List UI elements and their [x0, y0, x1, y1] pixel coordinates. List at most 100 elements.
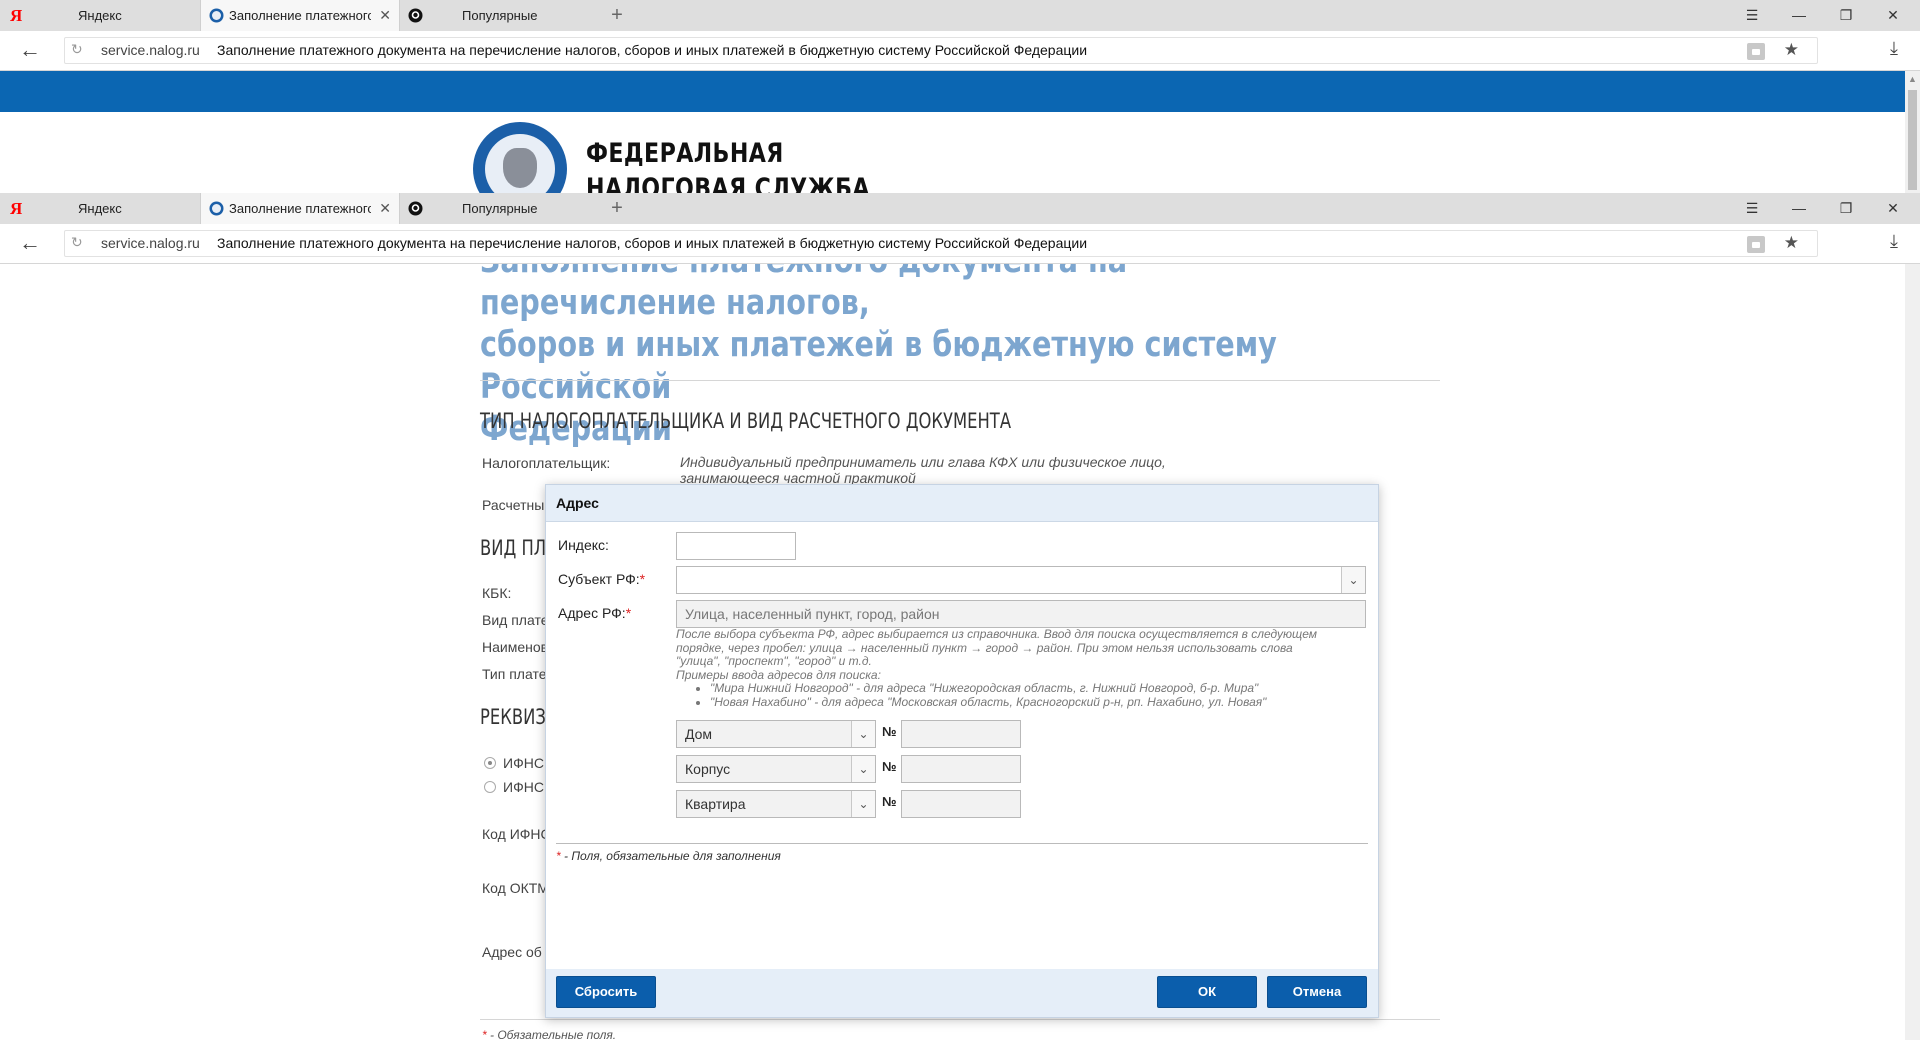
tab-payment[interactable]: Заполнение платежного ✕ — [200, 0, 400, 31]
nalog-favicon-icon — [209, 201, 224, 216]
url-input[interactable]: ↻ service.nalog.ru Заполнение платежного… — [64, 230, 1818, 257]
address-bar: ← ↻ service.nalog.ru Заполнение платежно… — [0, 224, 1920, 264]
subject-label: Субъект РФ:* — [558, 571, 645, 587]
hint-example: "Мира Нижний Новгород" - для адреса "Ниж… — [710, 681, 1366, 696]
address-hint: После выбора субъекта РФ, адрес выбирает… — [676, 627, 1366, 710]
index-input[interactable] — [676, 532, 796, 560]
tab-strip: Я Яндекс Заполнение платежного ✕ Популяр… — [0, 193, 1920, 224]
document-type-label: Расчетны — [482, 497, 545, 513]
url-input[interactable]: ↻ service.nalog.ru Заполнение платежного… — [64, 37, 1818, 64]
tab-label: Яндекс — [78, 8, 122, 23]
chevron-down-icon[interactable]: ⌄ — [1341, 567, 1365, 593]
tab-label: Яндекс — [78, 201, 122, 216]
bookmark-star-icon[interactable]: ★ — [1784, 233, 1799, 253]
hint-line: Примеры ввода адресов для поиска: — [676, 667, 881, 682]
back-arrow-icon[interactable]: ← — [18, 38, 42, 62]
tab-yandex[interactable]: Я Яндекс — [0, 0, 200, 31]
ok-button[interactable]: ОК — [1157, 976, 1257, 1008]
scroll-up-icon[interactable]: ▲ — [1908, 74, 1917, 84]
flat-type-select[interactable]: Квартира ⌄ — [676, 790, 876, 818]
url-domain: service.nalog.ru — [101, 235, 200, 251]
dialog-footer: Сбросить ОК Отмена — [546, 969, 1378, 1017]
lock-icon[interactable] — [1747, 43, 1765, 60]
hint-example: "Новая Нахабино" - для адреса "Московска… — [710, 695, 1366, 710]
building-number-input[interactable] — [901, 755, 1021, 783]
url-page-title: Заполнение платежного документа на переч… — [217, 42, 1088, 58]
reload-icon[interactable]: ↻ — [71, 41, 83, 58]
org-name-line2: НАЛОГОВАЯ СЛУЖБА — [586, 173, 870, 193]
url-page-title: Заполнение платежного документа на переч… — [217, 235, 1088, 251]
reset-button[interactable]: Сбросить — [556, 976, 656, 1008]
address-input[interactable]: Улица, населенный пункт, город, район — [676, 600, 1366, 628]
number-sign: № — [882, 759, 897, 774]
building-type-value: Корпус — [685, 761, 731, 777]
ifns-radio-2[interactable] — [484, 781, 496, 793]
popular-favicon-icon — [408, 201, 423, 216]
nalog-favicon-icon — [209, 8, 224, 23]
ifns-radio-1[interactable] — [484, 757, 496, 769]
chevron-down-icon[interactable]: ⌄ — [851, 721, 875, 747]
address-bar: ← ↻ service.nalog.ru Заполнение платежно… — [0, 31, 1920, 71]
hint-examples: "Мира Нижний Новгород" - для адреса "Ниж… — [676, 681, 1366, 710]
house-number-input[interactable] — [901, 720, 1021, 748]
section-title-requisites: РЕКВИЗ — [480, 705, 546, 729]
fns-emblem-icon[interactable] — [473, 122, 567, 193]
browser-menu-icon[interactable]: ☰ — [1729, 0, 1775, 31]
back-arrow-icon[interactable]: ← — [18, 231, 42, 255]
site-header: ФЕДЕРАЛЬНАЯ НАЛОГОВАЯ СЛУЖБА — [0, 112, 1905, 193]
site-org-name[interactable]: ФЕДЕРАЛЬНАЯ НАЛОГОВАЯ СЛУЖБА — [586, 136, 870, 193]
scrollbar-thumb[interactable] — [1908, 90, 1917, 190]
tab-yandex[interactable]: Я Яндекс — [0, 193, 200, 224]
restore-icon[interactable]: ❐ — [1823, 0, 1869, 31]
required-star: * — [639, 571, 646, 587]
new-tab-icon[interactable]: + — [605, 193, 629, 224]
ifns-option-2-label: ИФНС — [503, 779, 544, 795]
ifns-option-1-label: ИФНС — [503, 755, 544, 771]
tab-close-icon[interactable]: ✕ — [379, 193, 391, 224]
required-star: * — [556, 849, 561, 863]
bookmark-star-icon[interactable]: ★ — [1784, 40, 1799, 60]
minimize-icon[interactable]: — — [1776, 193, 1822, 224]
popular-favicon-icon — [408, 8, 423, 23]
reload-icon[interactable]: ↻ — [71, 234, 83, 251]
required-fields-note: * - Обязательные поля. — [482, 1027, 616, 1040]
tab-label: Заполнение платежного — [229, 201, 371, 216]
subject-select[interactable]: ⌄ — [676, 566, 1366, 594]
org-name-line1: ФЕДЕРАЛЬНАЯ — [586, 138, 784, 169]
address-label: Адрес об — [482, 944, 542, 960]
yandex-logo-icon: Я — [10, 199, 23, 218]
minimize-icon[interactable]: — — [1776, 0, 1822, 31]
cancel-button[interactable]: Отмена — [1267, 976, 1367, 1008]
tab-payment[interactable]: Заполнение платежного ✕ — [200, 193, 400, 224]
oktmo-code-label: Код ОКТМ — [482, 880, 549, 896]
browser-menu-icon[interactable]: ☰ — [1729, 193, 1775, 224]
close-window-icon[interactable]: ✕ — [1870, 0, 1916, 31]
section-title-taxpayer: ТИП НАЛОГОПЛАТЕЛЬЩИКА И ВИД РАСЧЕТНОГО Д… — [480, 409, 1012, 433]
page-title-line1: Заполнение платежного документа на переч… — [480, 263, 1127, 323]
ifns-code-label: Код ИФНС — [482, 826, 551, 842]
tab-popular[interactable]: Популярные — [400, 193, 600, 224]
building-type-select[interactable]: Корпус ⌄ — [676, 755, 876, 783]
tab-strip: Я Яндекс Заполнение платежного ✕ Популяр… — [0, 0, 1920, 31]
lock-icon[interactable] — [1747, 236, 1765, 253]
hint-line: "улица", "проспект", "город" и т.д. — [676, 654, 872, 668]
download-icon[interactable]: ⤓ — [1882, 231, 1906, 252]
new-tab-icon[interactable]: + — [605, 0, 629, 31]
dialog-title: Адрес — [556, 495, 599, 511]
tab-close-icon[interactable]: ✕ — [379, 0, 391, 31]
chevron-down-icon[interactable]: ⌄ — [851, 756, 875, 782]
restore-icon[interactable]: ❐ — [1823, 193, 1869, 224]
dialog-header: Адрес — [546, 485, 1378, 522]
close-window-icon[interactable]: ✕ — [1870, 193, 1916, 224]
tab-popular[interactable]: Популярные — [400, 0, 600, 31]
hint-line: После выбора субъекта РФ, адрес выбирает… — [676, 627, 1318, 641]
house-type-value: Дом — [685, 726, 713, 742]
dialog-required-note-text: - Поля, обязательные для заполнения — [564, 849, 781, 863]
browser-chrome: Я Яндекс Заполнение платежного ✕ Популяр… — [0, 0, 1920, 71]
flat-number-input[interactable] — [901, 790, 1021, 818]
index-label: Индекс: — [558, 537, 609, 553]
house-type-select[interactable]: Дом ⌄ — [676, 720, 876, 748]
download-icon[interactable]: ⤓ — [1882, 38, 1906, 59]
taxpayer-value: Индивидуальный предприниматель или глава… — [680, 454, 1166, 486]
chevron-down-icon[interactable]: ⌄ — [851, 791, 875, 817]
